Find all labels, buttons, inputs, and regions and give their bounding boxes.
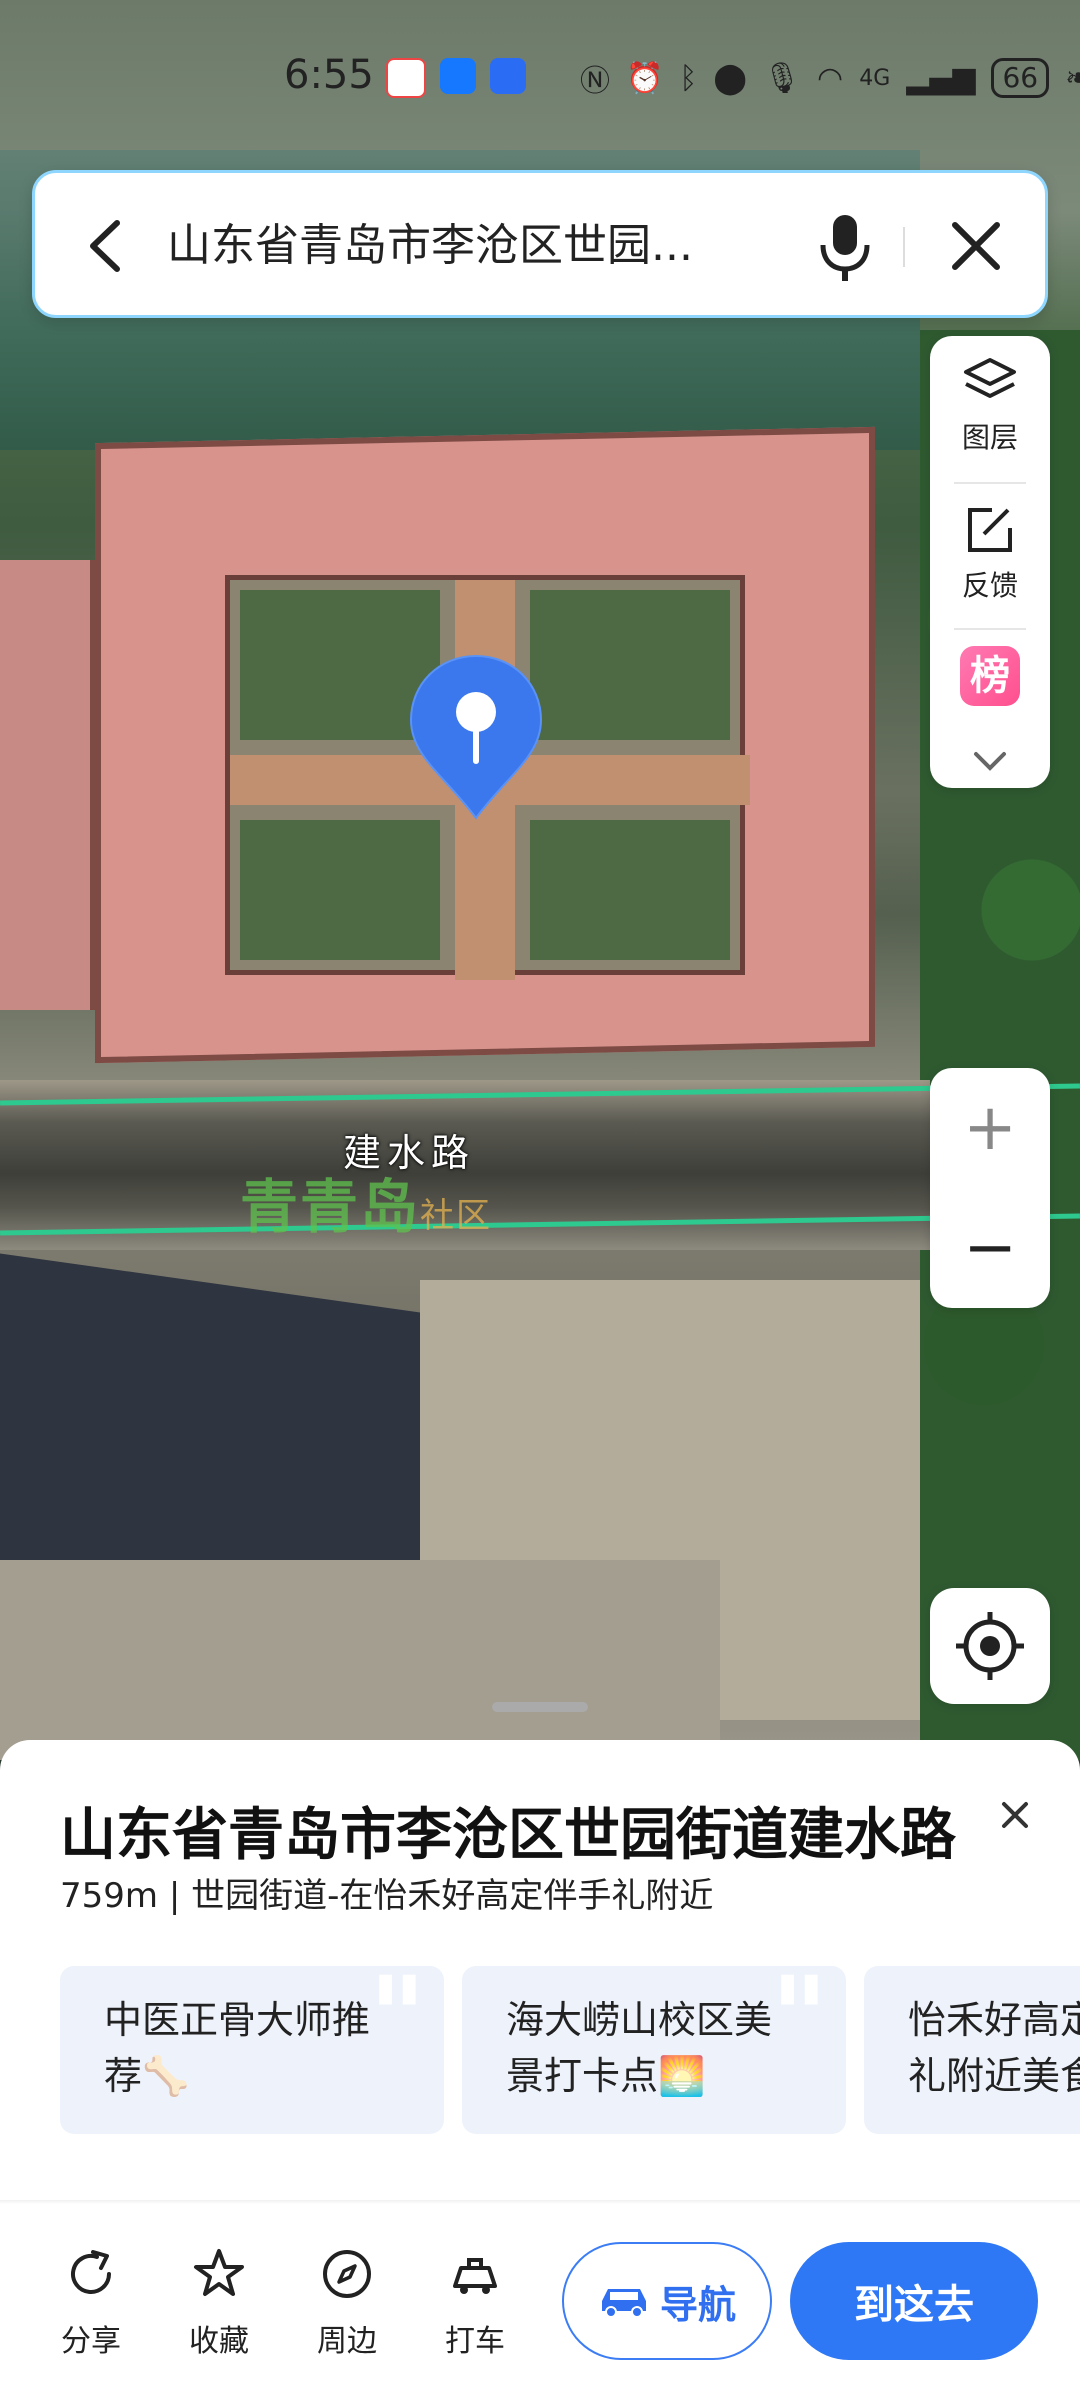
- go-here-label: 到这去: [854, 2282, 974, 2328]
- bluetooth-icon: ᛒ: [679, 60, 698, 96]
- go-here-button[interactable]: 到这去: [790, 2242, 1038, 2360]
- feedback-label: 反馈: [961, 569, 1018, 602]
- zoom-out-button[interactable]: −: [930, 1188, 1050, 1308]
- car-icon: [601, 2289, 646, 2318]
- tool-divider: [954, 628, 1026, 630]
- leaf-icon: ❧: [1065, 60, 1080, 96]
- status-time: 6:55: [284, 52, 374, 98]
- location-icon: ⬤: [713, 60, 747, 96]
- crosshair-icon: [956, 1612, 1024, 1680]
- action-bar-divider: [0, 2200, 1080, 2204]
- nearby-label: 周边: [317, 2324, 377, 2359]
- my-location-button[interactable]: [930, 1588, 1050, 1704]
- close-icon[interactable]: [943, 213, 1009, 279]
- zoom-controls: + −: [930, 1068, 1050, 1308]
- tool-divider: [954, 482, 1026, 484]
- recommendation-cards: " 中医正骨大师推荐🦴 " 海大崂山校区美景打卡点🌅 怡禾好高定伴手礼附近美食: [60, 1966, 1080, 2136]
- share-label: 分享: [61, 2324, 121, 2359]
- edit-feedback-icon: [968, 508, 1012, 552]
- share-icon: [71, 2250, 111, 2294]
- taxi-button[interactable]: 打车: [420, 2246, 530, 2360]
- nfc-icon: Ⓝ: [580, 64, 610, 99]
- navigate-button[interactable]: 导航: [562, 2242, 772, 2360]
- notification-app-icon: [386, 58, 426, 98]
- chevron-left-icon[interactable]: [75, 211, 135, 281]
- map-tool-panel: 图层 反馈 榜: [930, 336, 1050, 788]
- layers-button[interactable]: 图层: [930, 356, 1050, 456]
- navigate-label: 导航: [659, 2282, 736, 2327]
- recommendation-card[interactable]: 怡禾好高定伴手礼附近美食: [864, 1966, 1080, 2134]
- location-pin-icon[interactable]: [405, 652, 547, 822]
- status-bar: 6:55 Ⓝ ⏰ ᛒ ⬤ 🎙 ◠ 4G ▂▄▆ 66 ❧: [0, 0, 1080, 99]
- nearby-button[interactable]: 周边: [292, 2246, 402, 2360]
- network-type: 4G: [859, 65, 891, 91]
- signal-icon: ▂▄▆: [906, 60, 976, 96]
- sheet-drag-handle[interactable]: [492, 1702, 588, 1712]
- card-text: 海大崂山校区美景打卡点🌅: [506, 1998, 773, 2098]
- map-block-bottom: [0, 1560, 720, 1760]
- microphone-status-icon: 🎙: [762, 60, 802, 96]
- zoom-in-button[interactable]: +: [930, 1068, 1050, 1188]
- favorite-label: 收藏: [189, 2324, 249, 2359]
- search-bar[interactable]: 山东省青岛市李沧区世园...: [32, 170, 1048, 318]
- watermark-small: 社区: [420, 1196, 493, 1236]
- status-app-icons: [386, 58, 526, 98]
- map-watermark: 青青岛社区: [240, 1160, 492, 1244]
- wifi-icon: ◠: [817, 60, 844, 96]
- layers-label: 图层: [961, 421, 1018, 454]
- search-query[interactable]: 山东省青岛市李沧区世园...: [167, 213, 787, 279]
- poi-distance-address: 759m | 世园街道-在怡禾好高定伴手礼附近: [60, 1876, 714, 1916]
- alarm-icon: ⏰: [626, 60, 664, 96]
- compass-icon: [323, 2250, 371, 2298]
- search-separator: [903, 227, 905, 267]
- share-button[interactable]: 分享: [36, 2246, 146, 2360]
- battery-level: 66: [991, 58, 1050, 98]
- poi-title: 山东省青岛市李沧区世园街道建水路: [60, 1803, 956, 1868]
- card-text: 中医正骨大师推荐🦴: [104, 1998, 371, 2098]
- ranking-button[interactable]: 榜: [930, 646, 1050, 706]
- map-garden: [530, 820, 730, 960]
- map-garden: [240, 820, 440, 960]
- star-icon: [194, 2249, 244, 2296]
- chevron-down-icon[interactable]: [968, 746, 1012, 776]
- notification-app-icon: [490, 58, 526, 94]
- watermark-main: 青青岛: [240, 1173, 421, 1241]
- recommendation-card[interactable]: " 中医正骨大师推荐🦴: [60, 1966, 444, 2134]
- system-icons: Ⓝ ⏰ ᛒ ⬤ 🎙 ◠ 4G ▂▄▆ 66 ❧: [580, 56, 1080, 100]
- map-building-left: [0, 560, 95, 1010]
- layers-icon: [964, 358, 1016, 398]
- favorite-button[interactable]: 收藏: [164, 2246, 274, 2360]
- taxi-label: 打车: [445, 2324, 505, 2359]
- close-icon[interactable]: [990, 1790, 1040, 1840]
- recommendation-card[interactable]: " 海大崂山校区美景打卡点🌅: [462, 1966, 846, 2134]
- ranking-badge-icon: 榜: [960, 646, 1020, 706]
- feedback-button[interactable]: 反馈: [930, 504, 1050, 604]
- microphone-icon[interactable]: [815, 209, 875, 285]
- taxi-icon: [453, 2258, 497, 2294]
- alipay-icon: [440, 58, 476, 94]
- map-garden: [530, 590, 730, 740]
- card-text: 怡禾好高定伴手礼附近美食: [908, 1998, 1080, 2098]
